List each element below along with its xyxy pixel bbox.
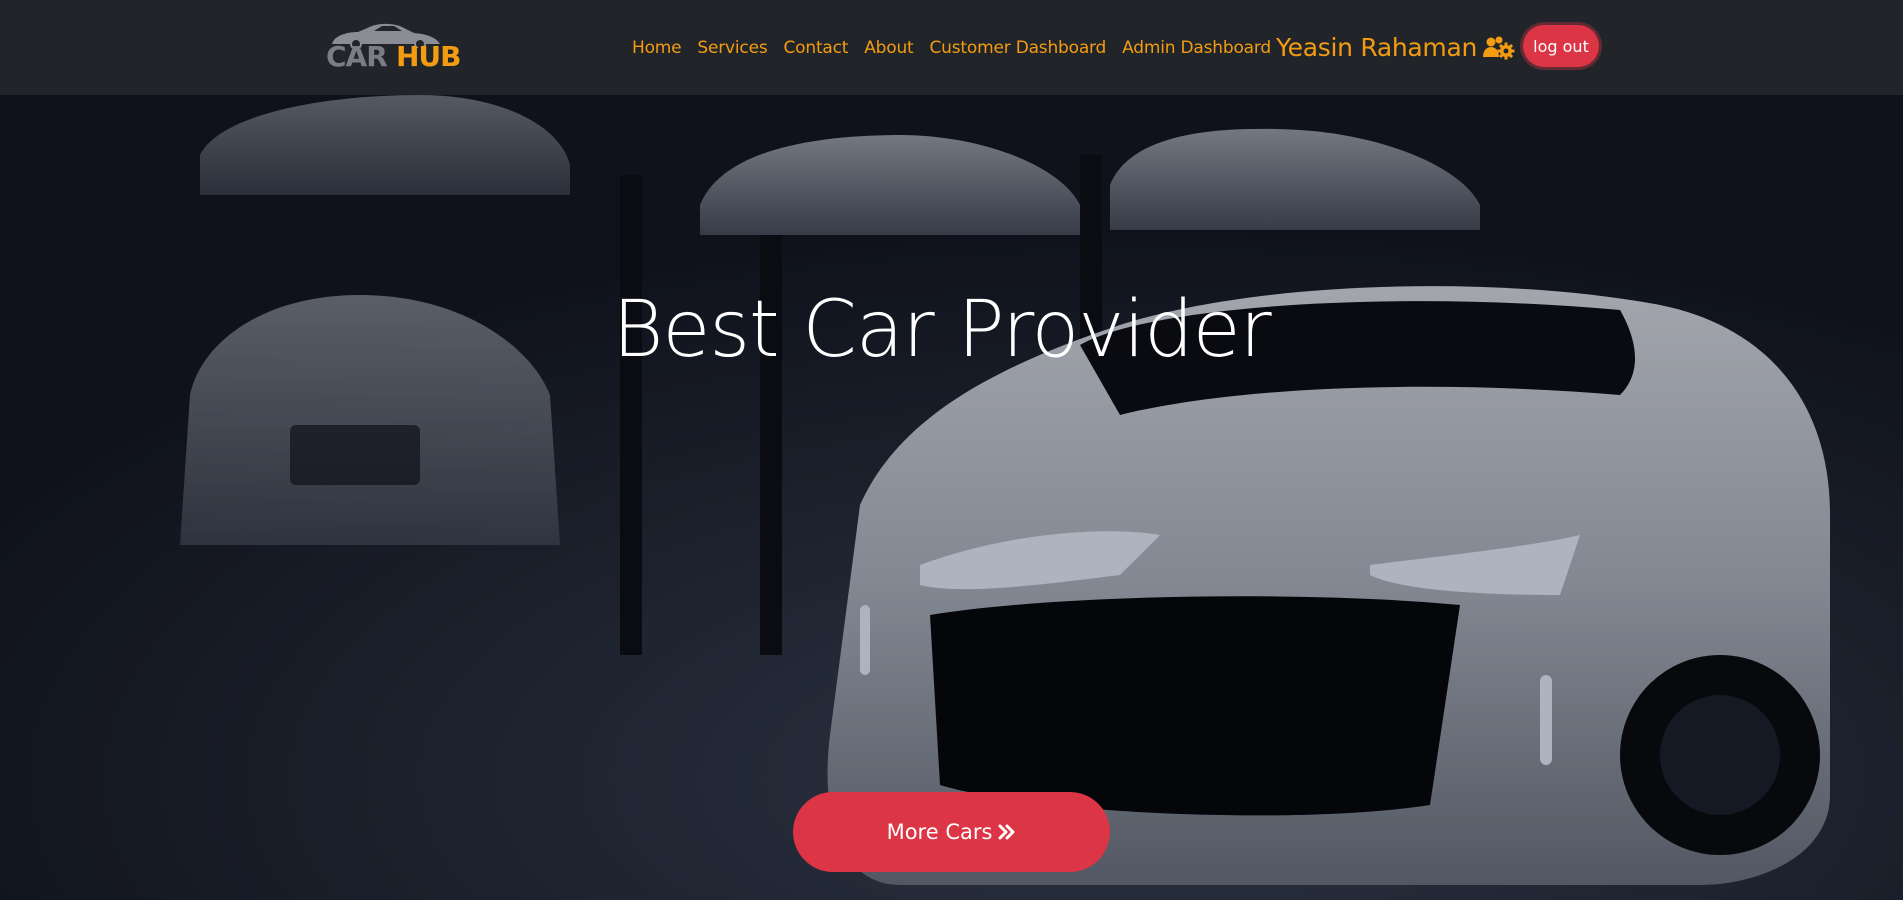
logo-car-text: CAR [326,40,388,73]
more-cars-label: More Cars [886,820,993,844]
logout-button[interactable]: log out [1523,25,1599,67]
user-name: Yeasin Rahaman [1276,33,1478,62]
double-chevron-right-icon [998,824,1016,840]
hero-banner: Best Car Provider More Cars [0,95,1903,900]
nav-link-services[interactable]: Services [697,38,767,58]
nav-link-about[interactable]: About [864,38,913,58]
users-cog-icon [1483,35,1515,61]
hero-overlay [0,95,1903,900]
hero-title: Best Car Provider [612,285,1271,375]
carhub-logo[interactable]: CAR HUB [322,22,464,73]
navbar: CAR HUB Home Services Contact About Cust… [0,0,1903,95]
nav-link-admin-dashboard[interactable]: Admin Dashboard [1122,38,1271,58]
more-cars-button[interactable]: More Cars [793,792,1110,872]
user-info: Yeasin Rahaman [1276,0,1515,95]
nav-links: Home Services Contact About Customer Das… [632,0,1287,95]
nav-link-contact[interactable]: Contact [784,38,849,58]
nav-link-customer-dashboard[interactable]: Customer Dashboard [930,38,1107,58]
nav-link-home[interactable]: Home [632,38,682,58]
logo-hub-text: HUB [396,40,462,73]
